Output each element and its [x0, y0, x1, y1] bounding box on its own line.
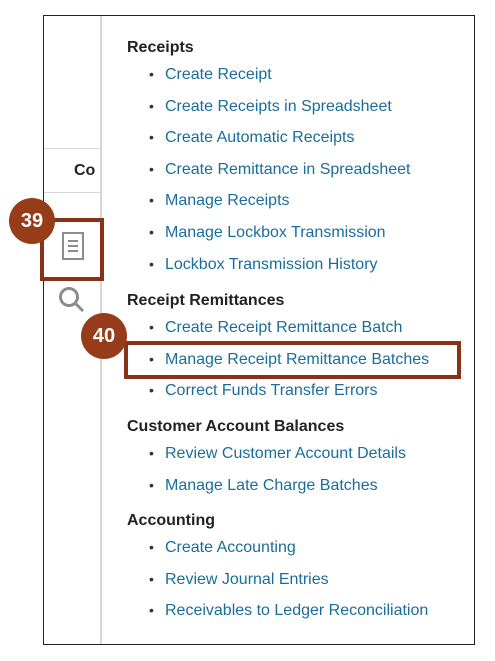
menu-item-create-receipts-in-spreadsheet[interactable]: • Create Receipts in Spreadsheet [127, 91, 472, 123]
menu-item-label[interactable]: Create Automatic Receipts [165, 129, 354, 146]
menu-item-create-receipt[interactable]: • Create Receipt [127, 59, 472, 91]
bullet: • [149, 476, 154, 493]
bullet: • [149, 444, 154, 461]
menu-item-label[interactable]: Create Receipts in Spreadsheet [165, 98, 392, 115]
menu-item-label[interactable]: Correct Funds Transfer Errors [165, 382, 378, 399]
section-title-receipts: Receipts [127, 39, 194, 56]
bullet: • [149, 602, 154, 619]
section-title-receipt-remittances: Receipt Remittances [127, 292, 285, 310]
menu-item-label[interactable]: Review Journal Entries [165, 571, 329, 588]
bullet: • [149, 223, 154, 240]
bullet: • [149, 382, 154, 399]
menu-item-label[interactable]: Create Remittance in Spreadsheet [165, 161, 410, 178]
menu-item-create-accounting[interactable]: • Create Accounting [127, 532, 472, 564]
menu-item-manage-receipt-remittance-batches[interactable]: • Manage Receipt Remittance Batches [127, 344, 472, 376]
menu-item-review-customer-account-details[interactable]: • Review Customer Account Details [127, 438, 472, 470]
menu-item-label[interactable]: Review Customer Account Details [165, 445, 406, 462]
menu-item-label[interactable]: Manage Late Charge Batches [165, 477, 378, 494]
bullet: • [149, 160, 154, 177]
menu-item-create-remittance-in-spreadsheet[interactable]: • Create Remittance in Spreadsheet [127, 154, 472, 186]
section-title-customer-account-balances: Customer Account Balances [127, 417, 345, 435]
bullet: • [149, 192, 154, 209]
menu-item-label[interactable]: Manage Lockbox Transmission [165, 224, 386, 241]
bullet: • [149, 539, 154, 556]
menu-item-create-receipt-remittance-batch[interactable]: • Create Receipt Remittance Batch [127, 312, 472, 344]
menu-item-label[interactable]: Create Accounting [165, 539, 296, 556]
menu-item-correct-funds-transfer-errors[interactable]: • Correct Funds Transfer Errors [127, 375, 472, 407]
column-header-divider [44, 148, 102, 149]
tasks-menu: Receipts • Create Receipt • Create Receipt… [127, 37, 472, 627]
section-title-accounting: Accounting [127, 512, 215, 530]
menu-item-create-automatic-receipts[interactable]: • Create Automatic Receipts [127, 122, 472, 154]
bullet: • [149, 129, 154, 146]
bullet: • [149, 66, 154, 82]
bullet: • [149, 319, 154, 336]
search-icon[interactable] [58, 286, 86, 314]
menu-item-label[interactable]: Manage Receipt Remittance Batches [165, 351, 429, 368]
menu-item-label[interactable]: Manage Receipts [165, 192, 290, 209]
menu-item-manage-lockbox-transmission[interactable]: • Manage Lockbox Transmission [127, 217, 472, 249]
menu-item-manage-late-charge-batches[interactable]: • Manage Late Charge Batches [127, 470, 472, 502]
menu-item-lockbox-transmission-history[interactable]: • Lockbox Transmission History [127, 249, 472, 281]
row-divider [44, 192, 102, 193]
bullet: • [149, 255, 154, 272]
menu-item-label[interactable]: Lockbox Transmission History [165, 256, 378, 273]
menu-item-label[interactable]: Create Receipt [165, 66, 272, 83]
bullet: • [149, 97, 154, 114]
bullet: • [149, 570, 154, 587]
document-icon[interactable] [62, 232, 84, 260]
menu-item-manage-receipts[interactable]: • Manage Receipts [127, 185, 472, 217]
step-callout-40: 40 [81, 313, 127, 359]
column-header-label: Co [74, 162, 96, 179]
step-callout-39: 39 [9, 198, 55, 244]
menu-item-label[interactable]: Create Receipt Remittance Batch [165, 319, 402, 336]
menu-item-label[interactable]: Receivables to Ledger Reconciliation [165, 602, 428, 619]
menu-item-review-journal-entries[interactable]: • Review Journal Entries [127, 564, 472, 596]
bullet: • [149, 350, 154, 367]
menu-item-receivables-to-ledger-reconciliation[interactable]: • Receivables to Ledger Reconciliation [127, 595, 472, 627]
